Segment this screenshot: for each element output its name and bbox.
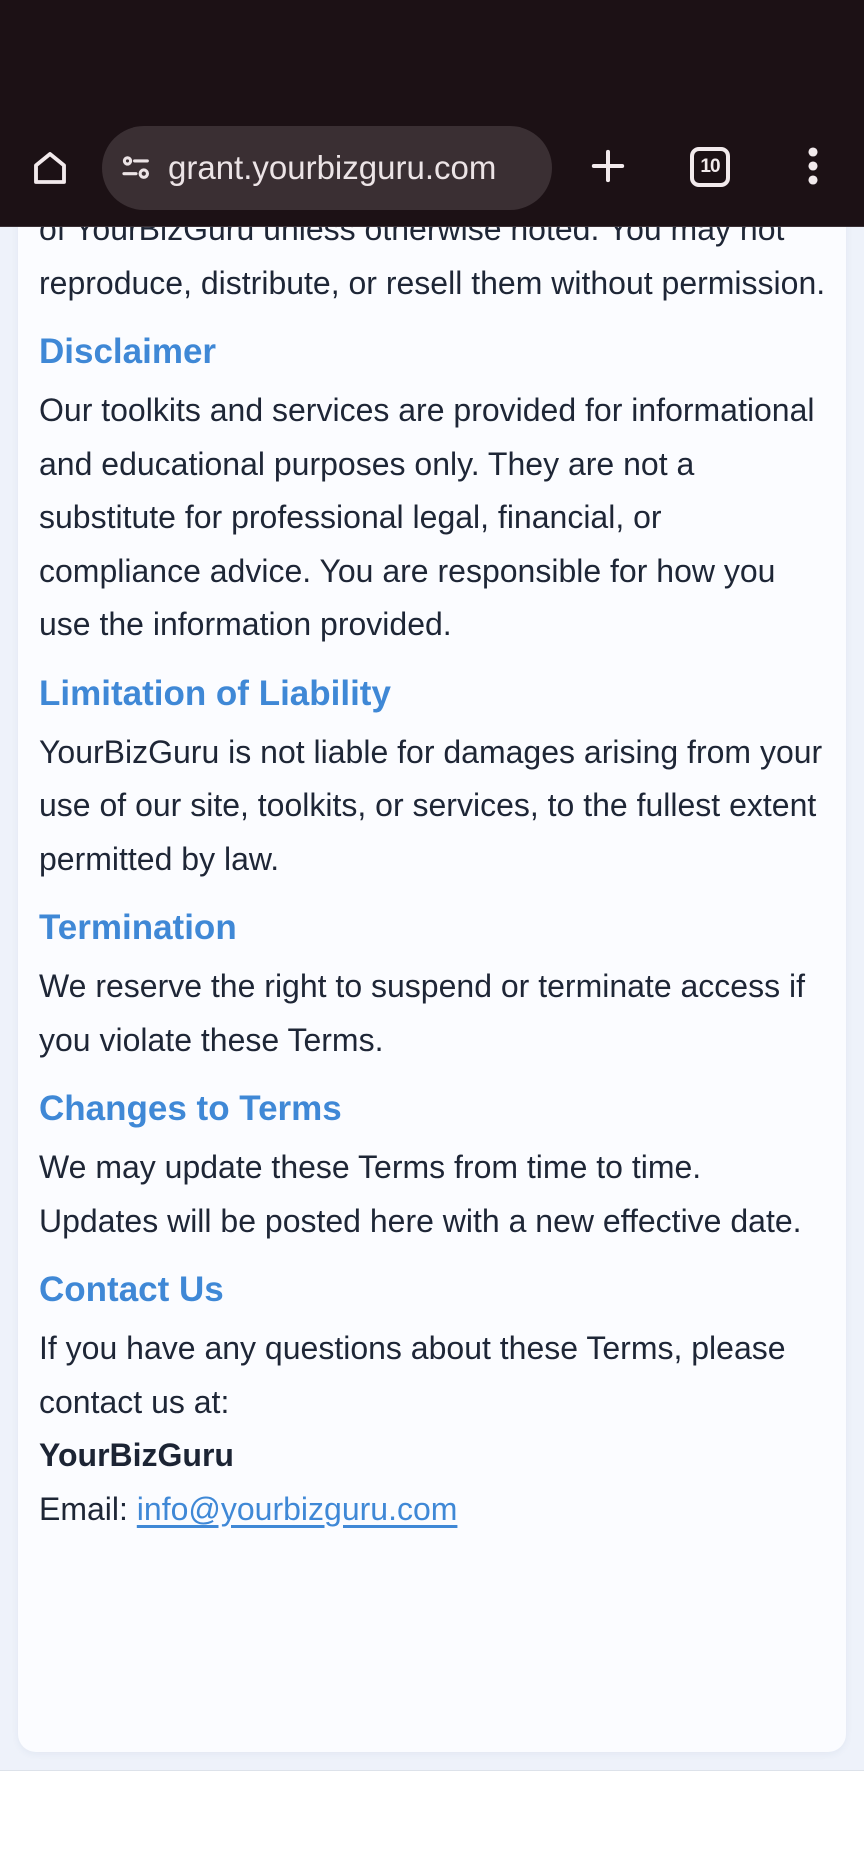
section-body-contact-us: If you have any questions about these Te… — [39, 1330, 786, 1420]
section-heading-limitation-of-liability: Limitation of Liability — [39, 673, 391, 713]
section-disclaimer: Disclaimer — [39, 310, 829, 384]
home-icon — [29, 147, 71, 194]
section-limitation: Limitation of Liability — [39, 652, 829, 726]
section-body-changes-to-terms: We may update these Terms from time to t… — [39, 1149, 802, 1239]
browser-toolbar: grant.yourbizguru.com 10 — [0, 116, 864, 220]
url-text[interactable]: grant.yourbizguru.com — [168, 126, 496, 210]
new-tab-button[interactable] — [578, 138, 638, 198]
section-body-disclaimer: Our toolkits and services are provided f… — [39, 392, 815, 642]
section-termination: Termination — [39, 886, 829, 960]
status-bar-area — [0, 0, 864, 116]
contact-email-link[interactable]: info@yourbizguru.com — [137, 1491, 458, 1527]
section-body-termination: We reserve the right to suspend or termi… — [39, 968, 805, 1058]
section-body-limitation-of-liability: YourBizGuru is not liable for damages ar… — [39, 733, 823, 877]
section-heading-contact-us: Contact Us — [39, 1270, 224, 1309]
contact-email-line: Email: info@yourbizguru.com — [39, 1483, 829, 1537]
site-settings-icon[interactable] — [116, 148, 156, 188]
page-footer-divider — [0, 1770, 864, 1771]
section-changes: Changes to Terms — [39, 1067, 829, 1141]
home-button[interactable] — [20, 140, 80, 200]
more-vert-icon — [806, 145, 820, 192]
section-heading-disclaimer: Disclaimer — [39, 332, 217, 371]
contact-company-name: YourBizGuru — [39, 1437, 234, 1473]
section-heading-changes-to-terms: Changes to Terms — [39, 1089, 342, 1128]
more-options-button[interactable] — [788, 138, 838, 198]
terms-content: of YourBizGuru unless otherwise noted. Y… — [39, 203, 829, 1536]
section-contact: Contact Us — [39, 1248, 829, 1322]
section-heading-termination: Termination — [39, 908, 237, 947]
plus-icon — [588, 146, 628, 191]
browser-chrome: grant.yourbizguru.com 10 — [0, 0, 864, 227]
address-bar[interactable]: grant.yourbizguru.com — [102, 126, 552, 210]
tab-count: 10 — [700, 156, 720, 177]
contact-email-label: Email: — [39, 1490, 128, 1527]
tab-switcher-button[interactable]: 10 — [690, 147, 730, 187]
